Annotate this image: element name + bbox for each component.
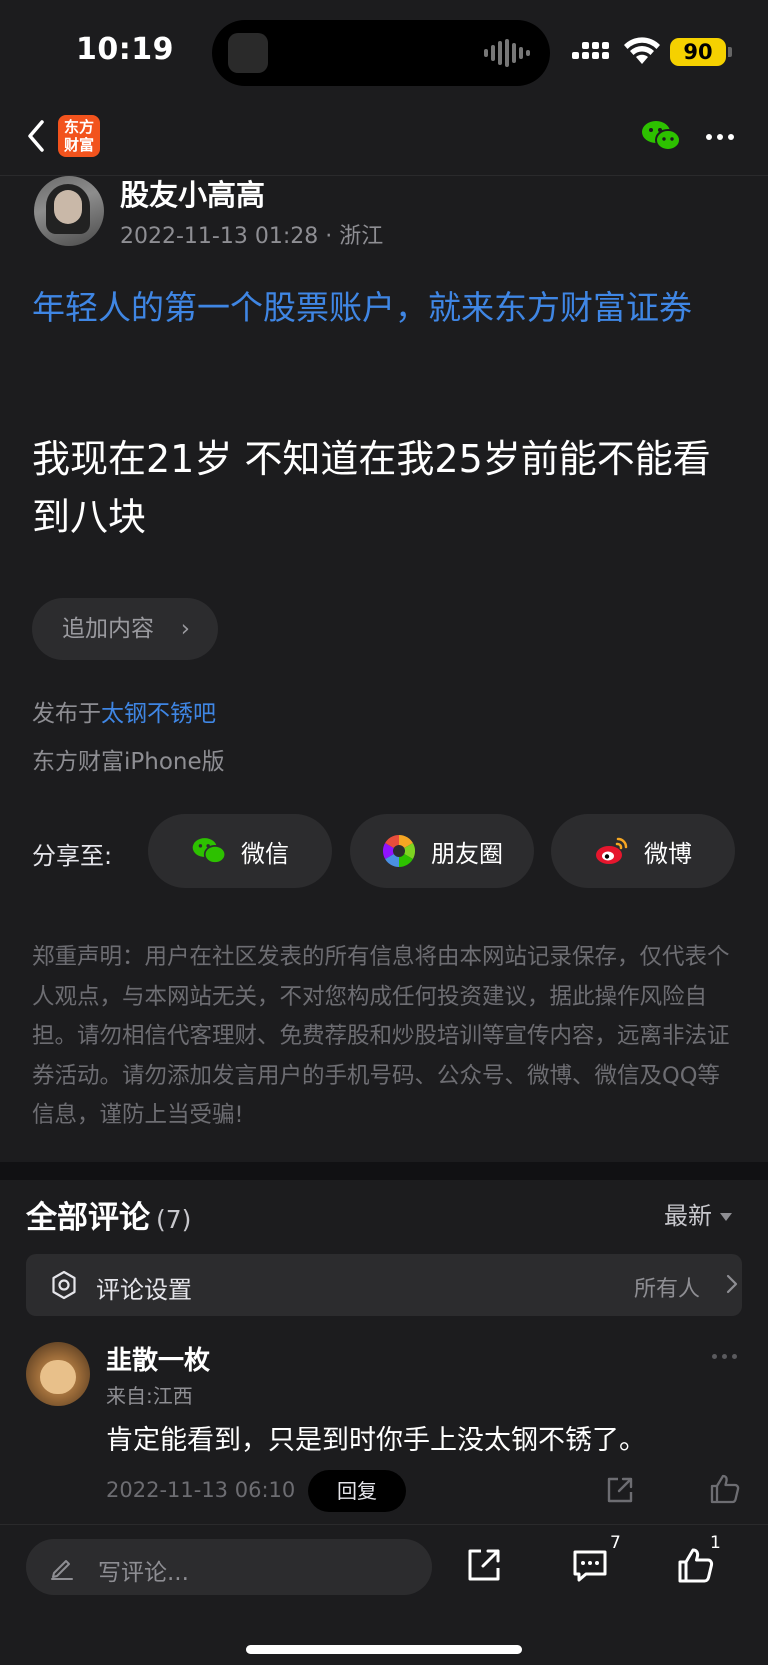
comments-title-label: 全部评论 (26, 1200, 150, 1236)
author-avatar[interactable] (34, 176, 104, 246)
comment-icon[interactable] (570, 1545, 610, 1585)
disclaimer: 郑重声明：用户在社区发表的所有信息将由本网站记录保存，仅代表个人观点，与本网站无… (32, 944, 730, 1128)
sort-label: 最新 (664, 1202, 712, 1230)
share-icon[interactable] (464, 1545, 504, 1585)
comment-text: 肯定能看到，只是到时你手上没太钢不锈了。 (106, 1425, 646, 1456)
chevron-right-icon: › (180, 616, 190, 642)
comment-input[interactable]: 写评论... (26, 1539, 432, 1595)
post-body: 我现在21岁 不知道在我25岁前能不能看到八块 (32, 437, 711, 539)
cellular-signal-icon (572, 42, 609, 59)
weibo-icon (596, 837, 628, 864)
pen-icon (51, 1560, 73, 1580)
logo-line-1: 东方 (63, 118, 94, 136)
section-divider (0, 1162, 768, 1180)
share-moments-button[interactable]: 朋友圈 (350, 814, 534, 888)
append-content-label: 追加内容 (62, 616, 154, 642)
comment-time: 2022-11-13 06:10 (106, 1478, 296, 1502)
battery-level: 90 (670, 38, 726, 66)
comment-username[interactable]: 韭散一枚 (106, 1340, 210, 1377)
board-prefix: 发布于 (32, 701, 101, 727)
caret-down-icon (720, 1213, 732, 1221)
reply-button[interactable]: 回复 (308, 1470, 406, 1512)
post-date: 2022-11-13 01:28 (120, 224, 319, 249)
wechat-icon (192, 838, 227, 864)
comment-settings-row[interactable]: 评论设置 所有人 (26, 1254, 742, 1316)
battery-tip (728, 47, 732, 57)
comment-more-icon[interactable] (712, 1354, 737, 1359)
nav-bar: 东方 财富 (0, 100, 768, 176)
meta-separator: · (325, 224, 340, 249)
home-indicator[interactable] (246, 1645, 522, 1654)
wifi-icon (624, 37, 660, 64)
audio-wave-icon (484, 39, 530, 67)
chevron-right-icon (726, 1274, 738, 1294)
back-icon[interactable] (22, 116, 52, 156)
comment-count-badge: 7 (610, 1533, 621, 1553)
gear-icon (52, 1270, 76, 1300)
comment-settings-value: 所有人 (634, 1277, 701, 1302)
more-options-icon[interactable] (706, 122, 740, 152)
now-playing-app-icon (228, 33, 268, 73)
post-meta: 2022-11-13 01:28 · 浙江 (120, 218, 383, 250)
comment-avatar[interactable] (26, 1342, 90, 1406)
comment-settings-label: 评论设置 (96, 1276, 192, 1304)
wechat-icon[interactable] (640, 118, 682, 154)
comment-location: 来自:江西 (106, 1384, 193, 1408)
share-weibo-button[interactable]: 微博 (551, 814, 735, 888)
comments-title: 全部评论 (7) (26, 1192, 191, 1237)
status-bar: 10:19 90 (0, 0, 768, 100)
thumbs-up-icon[interactable] (708, 1472, 742, 1506)
board-link[interactable]: 太钢不锈吧 (101, 701, 216, 727)
status-time: 10:19 (76, 32, 174, 67)
author-name[interactable]: 股友小高高 (120, 172, 265, 214)
dynamic-island (212, 20, 550, 86)
share-moments-label: 朋友圈 (431, 839, 503, 868)
moments-icon (382, 834, 416, 868)
post-location: 浙江 (339, 224, 384, 249)
share-label: 分享至: (32, 842, 113, 870)
board-line: 发布于太钢不锈吧 (32, 694, 216, 728)
promo-link[interactable]: 年轻人的第一个股票账户，就来东方财富证券 (32, 282, 740, 334)
share-wechat-label: 微信 (241, 839, 289, 868)
app-logo[interactable]: 东方 财富 (58, 115, 100, 157)
bottom-action-bar: 写评论... 7 1 (0, 1524, 768, 1665)
logo-line-2: 财富 (63, 136, 94, 154)
share-weibo-label: 微博 (644, 839, 692, 868)
share-wechat-button[interactable]: 微信 (148, 814, 332, 888)
like-count-badge: 1 (710, 1533, 721, 1553)
comments-count: (7) (156, 1205, 192, 1234)
append-content-button[interactable]: 追加内容 › (32, 598, 218, 660)
comment-input-placeholder: 写评论... (98, 1560, 189, 1586)
share-icon[interactable] (604, 1474, 636, 1506)
comment-sort-select[interactable]: 最新 (664, 1196, 732, 1231)
client-info: 东方财富iPhone版 (32, 749, 225, 775)
